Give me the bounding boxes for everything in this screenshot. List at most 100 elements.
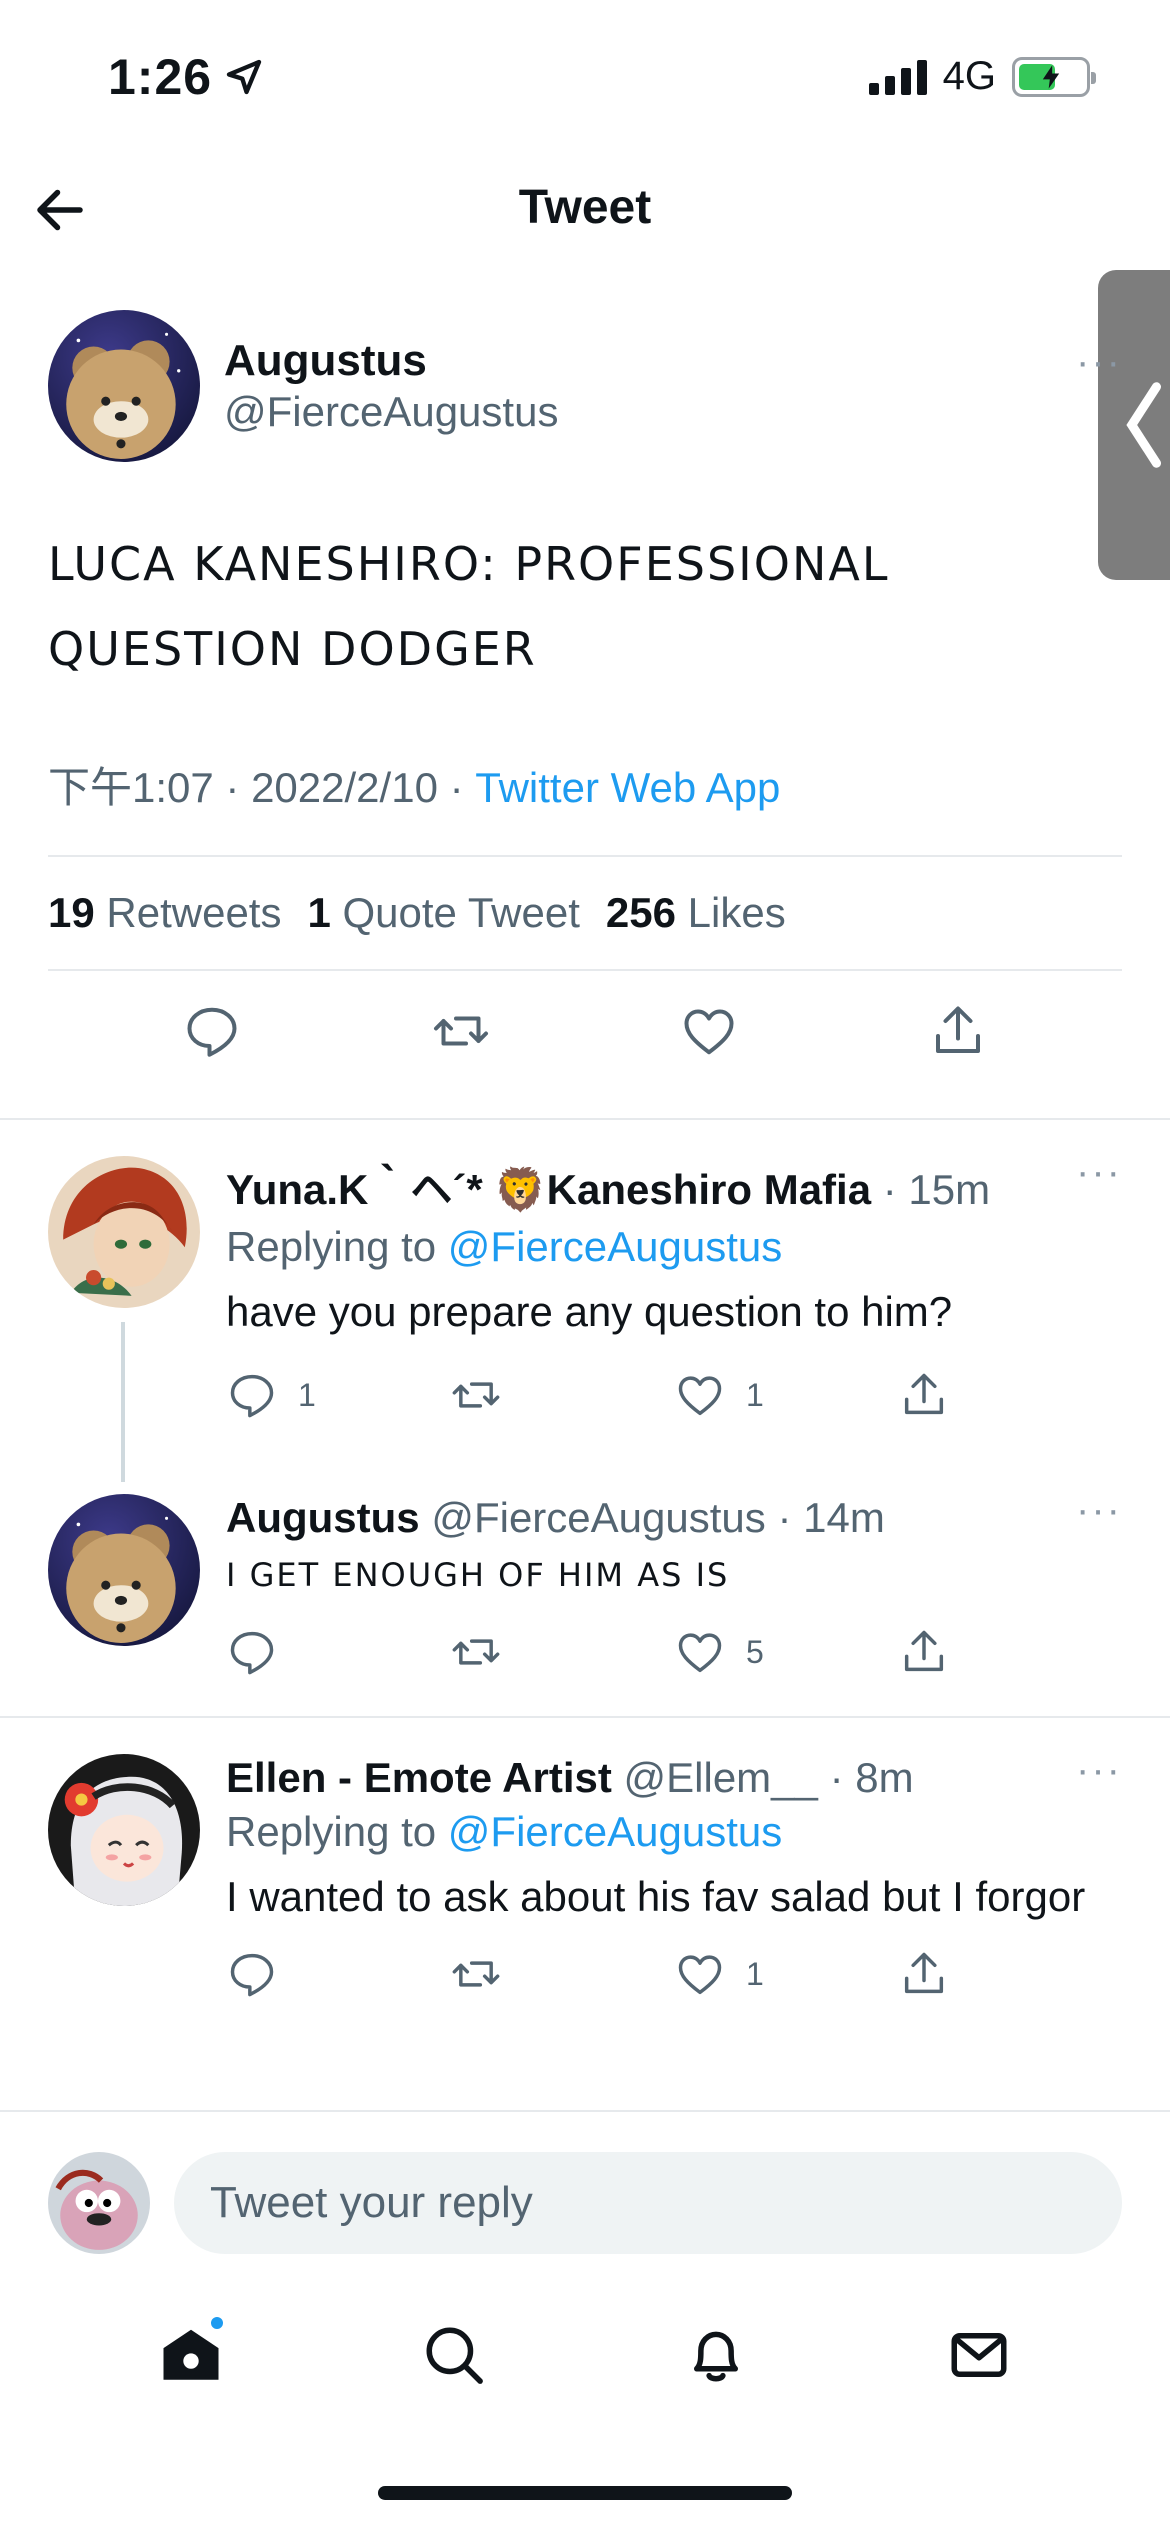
battery-charging-icon [1012, 56, 1096, 97]
retweet-icon[interactable] [431, 1001, 491, 1061]
reply-author-handle: @Ellem__ [623, 1754, 818, 1801]
reply-actions: 5 [226, 1626, 1122, 1678]
reply-icon [230, 1953, 274, 1997]
share-icon [904, 1630, 944, 1672]
share-button[interactable] [898, 1948, 1122, 2000]
tweet-source-link[interactable]: Twitter Web App [475, 764, 780, 811]
tweet-stats: 19 Retweets 1 Quote Tweet 256 Likes [48, 857, 1122, 969]
page-title: Tweet [518, 181, 652, 234]
reply-time: · 15m [882, 1166, 991, 1213]
avatar[interactable] [48, 310, 200, 462]
avatar[interactable] [48, 1156, 200, 1308]
author-name: Augustus [224, 336, 427, 385]
tweet-time: 下午1:07 [48, 764, 214, 811]
like-count: 5 [746, 1633, 764, 1670]
retweet-icon [452, 1961, 500, 1987]
reply-actions: 1 [226, 1948, 1122, 2000]
reply-count: 1 [298, 1376, 316, 1413]
replying-to-link[interactable]: @FierceAugustus [448, 1808, 782, 1855]
retweet-button[interactable] [450, 1948, 674, 2000]
reply-icon [230, 1374, 274, 1418]
tweet-date: 2022/2/10 [251, 764, 438, 811]
like-button[interactable]: 1 [674, 1369, 898, 1421]
reply-text: I GET ENOUGH OF HIM AS IS [226, 1556, 730, 1594]
search-icon [426, 2327, 483, 2384]
tweet-author[interactable]: Augustus @FierceAugustus [48, 310, 1122, 462]
status-indicators: 4G [868, 54, 1096, 99]
home-icon [163, 2329, 219, 2380]
status-bar: 1:26 4G [0, 0, 1170, 150]
divider [0, 1716, 1170, 1718]
avatar[interactable] [48, 1754, 200, 1906]
reply-time: · 8m [829, 1754, 914, 1801]
tweet-text-line: QUESTION DODGER [48, 622, 537, 676]
share-button[interactable] [898, 1626, 1122, 1678]
author-handle: @FierceAugustus [224, 388, 559, 435]
divider [0, 2110, 1170, 2112]
network-type: 4G [942, 54, 996, 98]
retweet-button[interactable] [450, 1369, 674, 1421]
like-icon[interactable] [679, 1001, 739, 1061]
reply-button[interactable] [226, 1626, 450, 1678]
reply-author-name[interactable]: Yuna.K｀ヘ´* 🦁Kaneshiro Mafia [226, 1166, 871, 1213]
likes-stat[interactable]: 256 Likes [606, 889, 786, 937]
reply-content: Yuna.K｀ヘ´* 🦁Kaneshiro Mafia · 15m ··· Re… [226, 1150, 1122, 1421]
reply-text: I wanted to ask about his fav salad but … [226, 1873, 1086, 1920]
like-button[interactable]: 5 [674, 1626, 898, 1678]
user-avatar[interactable] [48, 2152, 150, 2254]
reply-text: have you prepare any question to him? [226, 1288, 953, 1335]
reply-actions: 1 1 [226, 1369, 1122, 1421]
more-icon[interactable]: ··· [1076, 1748, 1122, 1793]
top-bar: Tweet [0, 160, 1170, 260]
tweet-actions [48, 971, 1122, 1087]
reply-icon[interactable] [182, 1001, 242, 1061]
reply-content: Augustus @FierceAugustus · 14m ··· I GET… [226, 1488, 1122, 1678]
like-button[interactable]: 1 [674, 1948, 898, 2000]
author-names: Augustus @FierceAugustus [224, 336, 558, 436]
retweet-button[interactable] [450, 1626, 674, 1678]
tab-home[interactable] [146, 2310, 236, 2400]
reply-author-name[interactable]: Ellen - Emote Artist [226, 1754, 612, 1801]
reply-button[interactable]: 1 [226, 1369, 450, 1421]
reply-author-handle: @FierceAugustus [431, 1494, 766, 1541]
clock: 1:26 [108, 49, 213, 105]
thread-line [121, 1322, 125, 1482]
more-icon[interactable]: ··· [1076, 1488, 1122, 1533]
like-icon [678, 1633, 722, 1673]
share-icon[interactable] [928, 1001, 988, 1061]
signal-icon [868, 59, 927, 95]
reply-input[interactable] [174, 2152, 1122, 2254]
tab-notifications[interactable] [671, 2310, 761, 2400]
reply-time: · 14m [777, 1494, 885, 1541]
main-tweet: Augustus @FierceAugustus ··· LUCA KANESH… [48, 310, 1122, 1087]
reply-button[interactable] [226, 1948, 450, 2000]
tweet-text: LUCA KANESHIRO: PROFESSIONAL QUESTION DO… [48, 522, 1122, 692]
like-count: 1 [746, 1955, 764, 1992]
divider [0, 1118, 1170, 1120]
share-button[interactable] [898, 1369, 1122, 1421]
tab-search[interactable] [409, 2310, 499, 2400]
reply-header: Augustus @FierceAugustus · 14m [226, 1494, 1122, 1542]
location-arrow-icon [226, 59, 262, 95]
replying-to: Replying to @FierceAugustus [226, 1808, 783, 1855]
reply-header: Ellen - Emote Artist @Ellem__ · 8m [226, 1754, 1122, 1802]
tweet-text-line: LUCA KANESHIRO: PROFESSIONAL [48, 537, 890, 591]
reply-composer [48, 2148, 1122, 2258]
reply-icon [230, 1631, 274, 1675]
retweets-stat[interactable]: 19 Retweets [48, 889, 281, 937]
avatar[interactable] [48, 1494, 200, 1646]
reply-author-name[interactable]: Augustus [226, 1494, 420, 1541]
home-indicator [378, 2486, 792, 2500]
share-icon [904, 1373, 944, 1415]
like-count: 1 [746, 1376, 764, 1413]
more-icon[interactable]: ··· [1076, 340, 1122, 385]
status-time: 1:26 [108, 48, 264, 106]
more-icon[interactable]: ··· [1076, 1150, 1122, 1195]
bottom-tab-bar [0, 2290, 1170, 2420]
retweet-icon [452, 1382, 500, 1408]
replying-to-link[interactable]: @FierceAugustus [448, 1223, 782, 1270]
replying-to: Replying to @FierceAugustus [226, 1223, 783, 1270]
bell-icon [694, 2331, 739, 2382]
tab-messages[interactable] [934, 2310, 1024, 2400]
quotes-stat[interactable]: 1 Quote Tweet [307, 889, 579, 937]
